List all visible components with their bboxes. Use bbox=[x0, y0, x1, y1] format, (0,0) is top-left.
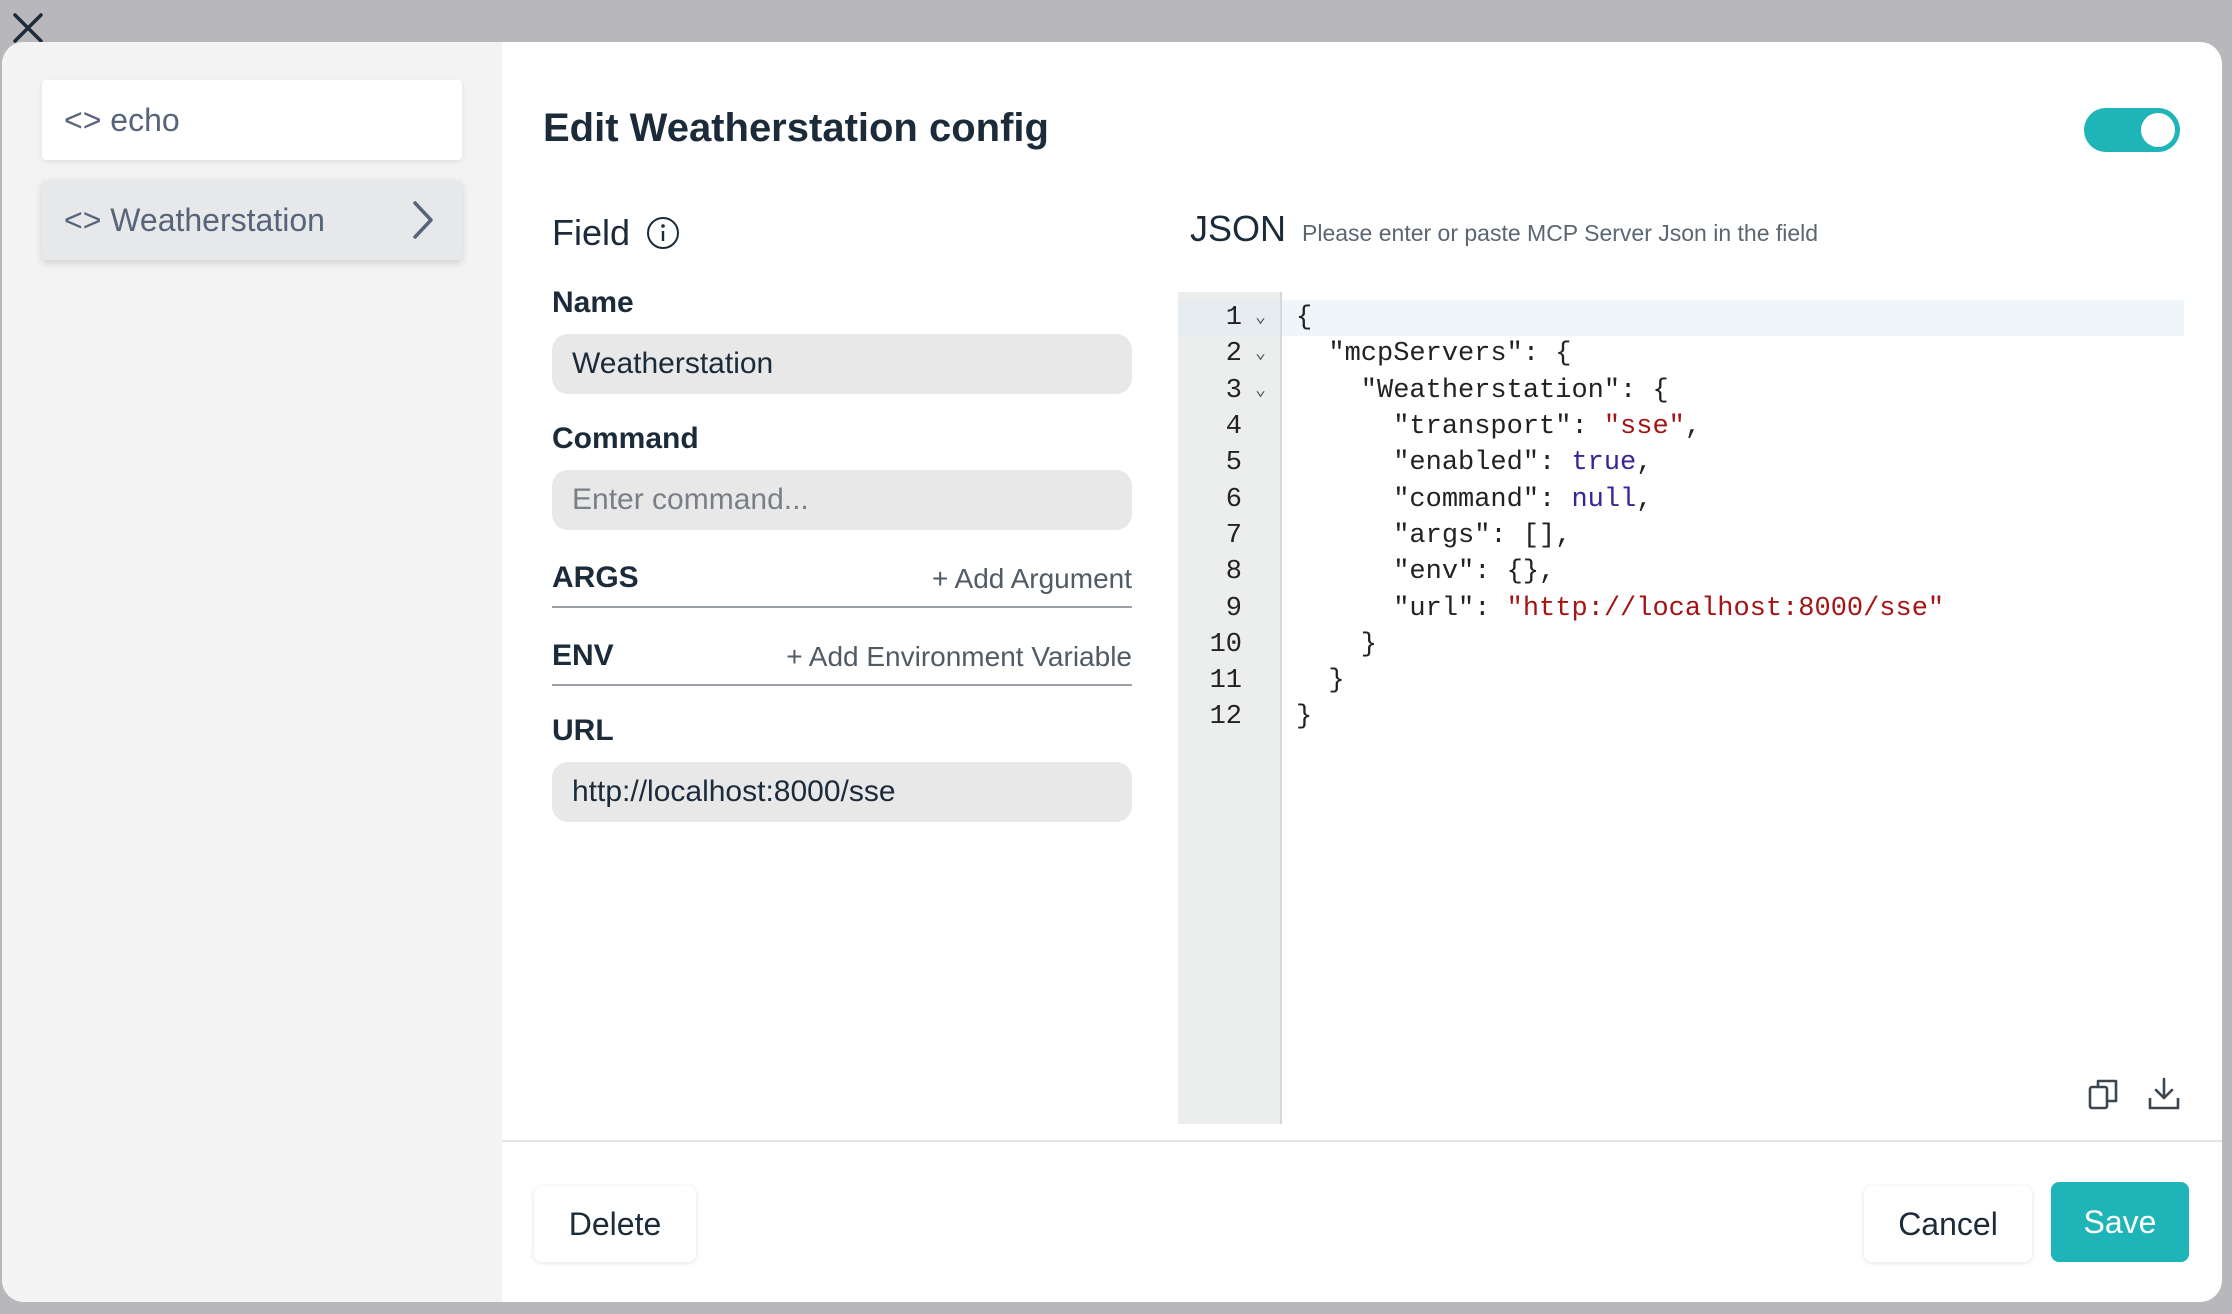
name-label: Name bbox=[552, 286, 634, 319]
line-number: 3 ⌄ bbox=[1225, 375, 1266, 406]
line-number: 7 bbox=[1225, 520, 1242, 551]
sidebar-item-weatherstation[interactable]: <> Weatherstation bbox=[42, 180, 462, 260]
code-line: "env": {}, bbox=[1296, 557, 1556, 588]
code-line: } bbox=[1296, 702, 1313, 733]
save-button[interactable]: Save bbox=[2051, 1182, 2189, 1262]
add-env-variable-button[interactable]: + Add Environment Variable bbox=[786, 641, 1132, 673]
name-input[interactable] bbox=[552, 334, 1132, 394]
copy-icon[interactable] bbox=[2084, 1074, 2124, 1114]
json-pane: JSON Please enter or paste MCP Server Js… bbox=[1178, 208, 2184, 1124]
url-input[interactable] bbox=[552, 762, 1132, 822]
line-number: 1 ⌄ bbox=[1178, 300, 1280, 337]
fold-chevron-icon[interactable]: ⌄ bbox=[1255, 342, 1266, 364]
code-line: } bbox=[1296, 666, 1345, 697]
delete-button[interactable]: Delete bbox=[534, 1186, 696, 1262]
code-line: "url": "http://localhost:8000/sse" bbox=[1296, 593, 1945, 624]
fold-chevron-icon[interactable]: ⌄ bbox=[1255, 306, 1266, 328]
line-number: 10 bbox=[1209, 629, 1242, 660]
json-hint: Please enter or paste MCP Server Json in… bbox=[1302, 220, 1819, 246]
line-number: 12 bbox=[1209, 702, 1242, 733]
env-row: ENV + Add Environment Variable bbox=[552, 630, 1132, 686]
cancel-button[interactable]: Cancel bbox=[1864, 1186, 2032, 1262]
line-number: 8 bbox=[1225, 557, 1242, 588]
code-line: } bbox=[1296, 629, 1378, 660]
editor-code[interactable]: { "mcpServers": { "Weatherstation": { "t… bbox=[1282, 292, 2184, 1124]
sidebar-item-echo[interactable]: <> echo bbox=[42, 80, 462, 160]
fold-chevron-icon[interactable]: ⌄ bbox=[1255, 379, 1266, 401]
chevron-right-icon bbox=[406, 198, 440, 242]
code-line: "Weatherstation": { bbox=[1296, 375, 1669, 406]
page-title: Edit Weatherstation config bbox=[543, 106, 1049, 150]
args-row: ARGS + Add Argument bbox=[552, 552, 1132, 608]
enabled-toggle[interactable] bbox=[2084, 108, 2180, 152]
command-input[interactable] bbox=[552, 470, 1132, 530]
server-sidebar: <> echo <> Weatherstation bbox=[2, 42, 502, 1302]
env-label: ENV bbox=[552, 639, 614, 672]
edit-server-modal: <> echo <> Weatherstation Edit Weatherst… bbox=[2, 42, 2222, 1302]
line-number: 11 bbox=[1209, 666, 1242, 697]
json-header: JSON Please enter or paste MCP Server Js… bbox=[1178, 208, 2184, 258]
line-number: 4 bbox=[1225, 412, 1242, 443]
args-label: ARGS bbox=[552, 561, 639, 594]
code-line: "mcpServers": { bbox=[1296, 339, 1572, 370]
command-label: Command bbox=[552, 422, 699, 455]
code-line: "command": null, bbox=[1296, 484, 1653, 515]
code-line: "args": [], bbox=[1296, 520, 1572, 551]
json-title: JSON bbox=[1190, 208, 1287, 249]
json-editor[interactable]: 1 ⌄ 2 ⌄ 3 ⌄ 4 5 6 7 8 9 10 11 12 { "mcpServ… bbox=[1178, 292, 2184, 1124]
line-number: 9 bbox=[1225, 593, 1242, 624]
field-title: Field bbox=[552, 212, 631, 253]
config-main: Edit Weatherstation config Field Name Co… bbox=[502, 42, 2222, 1302]
sidebar-item-label: <> echo bbox=[64, 101, 180, 138]
field-pane: Field Name Command ARGS + Add Argument E… bbox=[552, 208, 1132, 822]
toggle-knob bbox=[2141, 113, 2175, 147]
code-line: "transport": "sse", bbox=[1296, 412, 1702, 443]
download-icon[interactable] bbox=[2144, 1074, 2184, 1114]
line-number: 2 ⌄ bbox=[1225, 339, 1266, 370]
line-number: 5 bbox=[1225, 448, 1242, 479]
field-section-title: Field bbox=[552, 208, 1132, 258]
info-icon[interactable] bbox=[646, 216, 680, 250]
code-line: "enabled": true, bbox=[1296, 448, 1653, 479]
editor-gutter: 1 ⌄ 2 ⌄ 3 ⌄ 4 5 6 7 8 9 10 11 12 bbox=[1178, 292, 1282, 1124]
editor-actions bbox=[2084, 1074, 2184, 1114]
line-number: 6 bbox=[1225, 484, 1242, 515]
footer-divider bbox=[502, 1140, 2222, 1142]
sidebar-item-label: <> Weatherstation bbox=[64, 201, 325, 238]
add-argument-button[interactable]: + Add Argument bbox=[932, 563, 1132, 595]
url-label: URL bbox=[552, 714, 614, 747]
code-line: { bbox=[1282, 300, 2184, 337]
